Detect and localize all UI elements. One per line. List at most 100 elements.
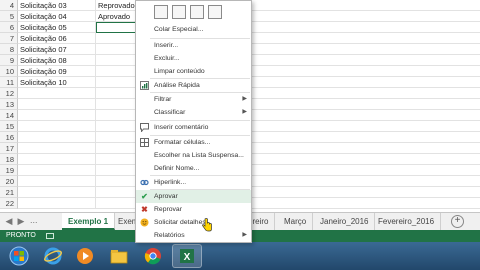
row-header[interactable]: 10 [0, 66, 18, 77]
row-header[interactable]: 8 [0, 44, 18, 55]
row-header[interactable]: 17 [0, 143, 18, 154]
tab-marco[interactable]: Março [278, 213, 314, 230]
row-header[interactable]: 16 [0, 132, 18, 143]
menu-item-label: Hiperlink... [154, 179, 187, 186]
tab-next-icon[interactable]: ▶ [16, 216, 26, 227]
menu-item-filtrar[interactable]: Filtrar ▶ [136, 93, 251, 106]
menu-item-label: Inserir comentário [154, 124, 209, 131]
row-header[interactable]: 20 [0, 176, 18, 187]
row-header[interactable]: 13 [0, 99, 18, 110]
windows-start-icon[interactable] [4, 244, 34, 268]
cell-a16[interactable] [18, 132, 96, 143]
row-header[interactable]: 11 [0, 77, 18, 88]
chrome-icon[interactable] [138, 244, 168, 268]
cell-a20[interactable] [18, 176, 96, 187]
tab-exemplo-1[interactable]: Exemplo 1 [62, 213, 116, 230]
paste-values-icon[interactable] [190, 5, 204, 19]
cell-a5[interactable]: Solicitação 04 [18, 11, 96, 22]
submenu-arrow-icon: ▶ [242, 96, 247, 102]
cell-a13[interactable] [18, 99, 96, 110]
row-header[interactable]: 21 [0, 187, 18, 198]
menu-item-reprovar[interactable]: ✖ Reprovar [136, 203, 251, 216]
quick-analysis-icon [140, 81, 149, 90]
macro-record-icon[interactable] [46, 233, 54, 239]
paste-formatting-icon[interactable] [208, 5, 222, 19]
tab-janeiro-2016[interactable]: Janeiro_2016 [314, 213, 376, 230]
tab-fevereiro-2016[interactable]: Fevereiro_2016 [372, 213, 442, 230]
cell-a17[interactable] [18, 143, 96, 154]
paste-icon[interactable] [154, 5, 168, 19]
internet-explorer-icon[interactable] [38, 244, 68, 268]
smiley-icon [140, 218, 149, 227]
menu-item-inserir-comentario[interactable]: Inserir comentário [136, 121, 251, 134]
check-icon: ✔ [141, 192, 148, 201]
tab-more-icon[interactable]: ... [30, 215, 38, 225]
menu-item-label: Colar Especial... [154, 26, 204, 33]
cell-a9[interactable]: Solicitação 08 [18, 55, 96, 66]
excel-icon[interactable]: X [172, 244, 202, 268]
row-header[interactable]: 5 [0, 11, 18, 22]
media-player-icon[interactable] [70, 244, 100, 268]
cell-a18[interactable] [18, 154, 96, 165]
cell-a4[interactable]: Solicitação 03 [18, 0, 96, 11]
cell-a6[interactable]: Solicitação 05 [18, 22, 96, 33]
hyperlink-icon [140, 178, 149, 187]
cell-a8[interactable]: Solicitação 07 [18, 44, 96, 55]
menu-item-inserir[interactable]: Inserir... [136, 39, 251, 52]
comment-icon [140, 123, 149, 133]
menu-item-relatorios[interactable]: Relatórios ▶ [136, 229, 251, 242]
menu-item-label: Solicitar detalhes [154, 219, 206, 226]
svg-text:X: X [184, 252, 191, 263]
row-header[interactable]: 9 [0, 55, 18, 66]
menu-item-label: Aprovar [154, 193, 178, 200]
menu-item-colar-especial[interactable]: Colar Especial... [136, 23, 251, 36]
cell-a10[interactable]: Solicitação 09 [18, 66, 96, 77]
menu-item-label: Classificar [154, 109, 186, 116]
cell-a12[interactable] [18, 88, 96, 99]
menu-item-aprovar[interactable]: ✔ Aprovar [136, 190, 251, 203]
context-menu: Colar Especial... Inserir... Excluir... … [135, 0, 252, 243]
row-header[interactable]: 15 [0, 121, 18, 132]
file-explorer-icon[interactable] [104, 244, 134, 268]
menu-item-label: Excluir... [154, 55, 180, 62]
menu-item-label: Reprovar [154, 206, 182, 213]
cell-a11[interactable]: Solicitação 10 [18, 77, 96, 88]
menu-item-label: Definir Nome... [154, 165, 200, 172]
paste-formulas-icon[interactable] [172, 5, 186, 19]
tab-prev-icon[interactable]: ◀ [4, 216, 14, 227]
x-icon: ✖ [141, 205, 148, 214]
menu-item-label: Análise Rápida [154, 82, 200, 89]
row-header[interactable]: 4 [0, 0, 18, 11]
menu-item-escolher-lista-suspensa[interactable]: Escolher na Lista Suspensa... [136, 149, 251, 162]
cell-a14[interactable] [18, 110, 96, 121]
row-header[interactable]: 12 [0, 88, 18, 99]
menu-item-excluir[interactable]: Excluir... [136, 52, 251, 65]
row-header[interactable]: 7 [0, 33, 18, 44]
menu-item-classificar[interactable]: Classificar ▶ [136, 106, 251, 119]
menu-item-solicitar-detalhes[interactable]: Solicitar detalhes [136, 216, 251, 229]
windows-taskbar: X [0, 242, 480, 270]
menu-item-label: Formatar células... [154, 139, 211, 146]
row-header[interactable]: 19 [0, 165, 18, 176]
menu-item-label: Relatórios [154, 232, 185, 239]
menu-item-analise-rapida[interactable]: Análise Rápida [136, 79, 251, 92]
menu-item-limpar-conteudo[interactable]: Limpar conteúdo [136, 65, 251, 78]
cell-a7[interactable]: Solicitação 06 [18, 33, 96, 44]
row-header[interactable]: 6 [0, 22, 18, 33]
cell-a22[interactable] [18, 198, 96, 209]
cell-a19[interactable] [18, 165, 96, 176]
row-header[interactable]: 14 [0, 110, 18, 121]
submenu-arrow-icon: ▶ [242, 109, 247, 115]
submenu-arrow-icon: ▶ [242, 232, 247, 238]
menu-item-formatar-celulas[interactable]: Formatar células... [136, 136, 251, 149]
hand-cursor-icon [201, 218, 213, 234]
status-text: PRONTO [6, 232, 36, 239]
cell-a15[interactable] [18, 121, 96, 132]
menu-item-label: Escolher na Lista Suspensa... [154, 152, 244, 159]
add-sheet-icon[interactable]: + [451, 215, 464, 228]
row-header[interactable]: 22 [0, 198, 18, 209]
cell-a21[interactable] [18, 187, 96, 198]
menu-item-definir-nome[interactable]: Definir Nome... [136, 162, 251, 175]
row-header[interactable]: 18 [0, 154, 18, 165]
menu-item-hiperlink[interactable]: Hiperlink... [136, 176, 251, 189]
